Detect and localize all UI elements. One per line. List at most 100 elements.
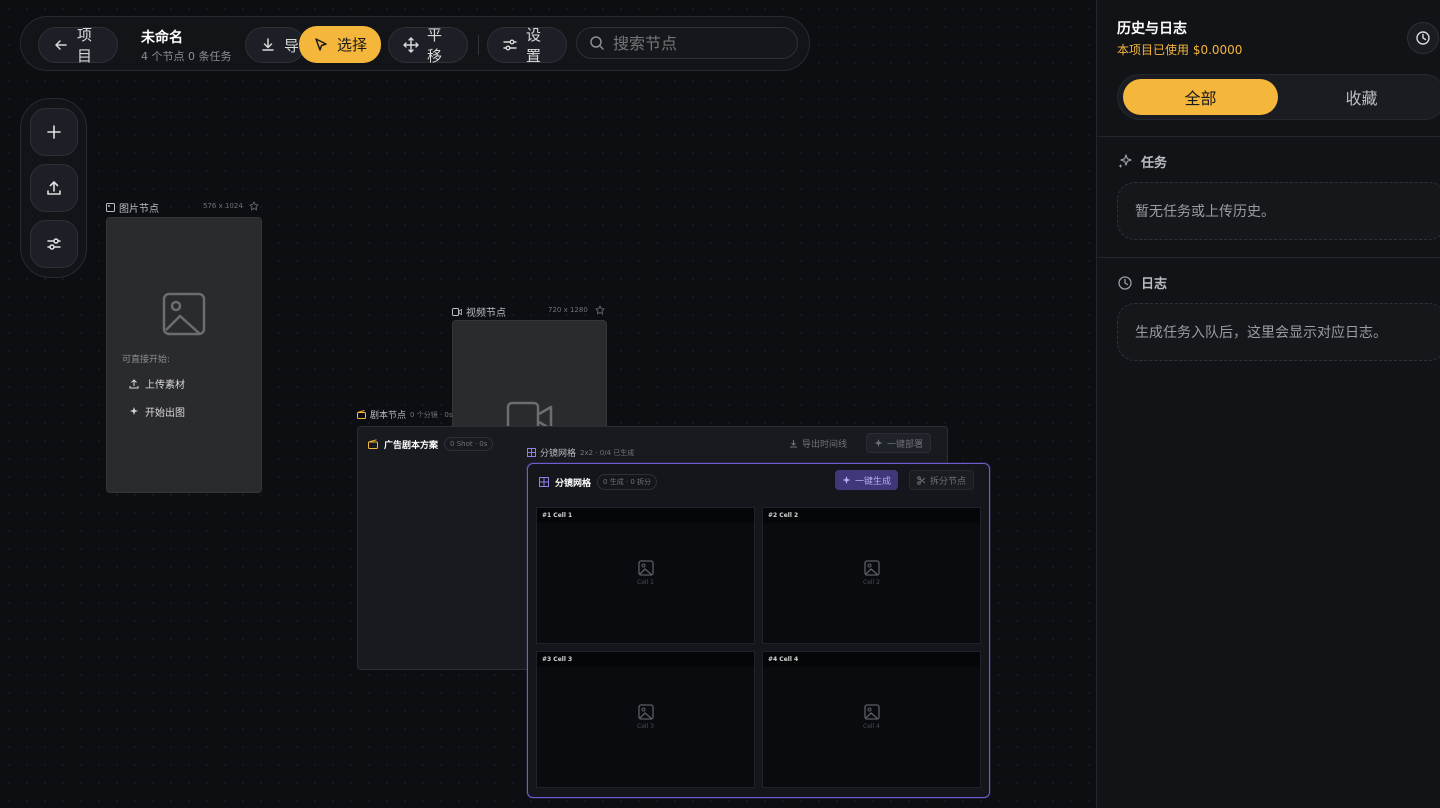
project-title[interactable]: 未命名: [141, 27, 183, 47]
grid-node-header: 分镜网格 2x2 · 0/4 已生成: [527, 446, 634, 459]
cell-caption: Cell 3: [637, 723, 654, 730]
upload-material-button[interactable]: 上传素材: [129, 376, 185, 391]
upload-button[interactable]: [30, 164, 78, 212]
video-node[interactable]: [452, 320, 607, 430]
tab-all[interactable]: 全部: [1123, 79, 1278, 115]
upload-material-label: 上传素材: [145, 380, 185, 391]
grid-icon: [527, 448, 536, 457]
arrow-left-icon: [53, 37, 69, 53]
script-title-row: 广告剧本方案 0 Shot · 0s: [368, 437, 494, 451]
clapperboard-icon: [368, 439, 378, 449]
grid-chip: 0 生成 · 0 拆分: [597, 474, 658, 490]
one-click-generate-label: 一键生成: [855, 476, 892, 487]
tasks-section-title: 任务: [1117, 152, 1167, 171]
cursor-icon: [313, 37, 329, 53]
cell-caption: Cell 2: [863, 579, 880, 586]
history-log-panel: 历史与日志 本项目已使用 $0.0000 全部 收藏 任务 暂无任务或上传历史。…: [1096, 0, 1440, 808]
grid-node-meta: 2x2 · 0/4 已生成: [580, 448, 635, 457]
grid-title-row: 分镜网格 0 生成 · 0 拆分: [539, 474, 658, 490]
divider: [1097, 257, 1440, 258]
grid-cell-3[interactable]: #3 Cell 3 Cell 3: [536, 651, 755, 788]
image-placeholder-icon: [162, 292, 206, 336]
script-node-meta: 0 个分镜 · 0s: [410, 410, 453, 419]
image-node-label: 图片节点: [119, 204, 159, 215]
one-click-deploy-label: 一键部署: [887, 439, 924, 450]
adjust-button[interactable]: [30, 220, 78, 268]
download-icon: [789, 439, 798, 448]
select-tool-button[interactable]: 选择: [299, 26, 381, 63]
log-title: 日志: [1141, 277, 1168, 292]
cell-placeholder: Cell 1: [537, 560, 754, 586]
star-icon[interactable]: [595, 305, 605, 315]
grid-cell-1[interactable]: #1 Cell 1 Cell 1: [536, 507, 755, 644]
sparkle-icon: [1117, 153, 1133, 170]
video-node-header: 视频节点: [452, 304, 506, 319]
back-to-projects-button[interactable]: 项目: [38, 26, 118, 65]
grid-cell-2[interactable]: #2 Cell 2 Cell 2: [762, 507, 981, 644]
script-node-header: 剧本节点 0 个分镜 · 0s: [357, 408, 452, 421]
upload-icon: [129, 378, 139, 389]
export-timeline-button[interactable]: 导出时间线: [782, 433, 854, 453]
pan-tool-button[interactable]: 平移: [388, 26, 468, 65]
cell-placeholder: Cell 3: [537, 704, 754, 730]
search-box: [576, 27, 798, 59]
cell-placeholder: Cell 2: [763, 560, 980, 586]
export-button[interactable]: 导: [245, 27, 305, 63]
cell-tag: #1 Cell 1: [537, 508, 754, 523]
tasks-title: 任务: [1141, 156, 1168, 171]
project-cost: 本项目已使用 $0.0000: [1117, 43, 1243, 57]
image-icon: [863, 560, 880, 576]
script-title: 广告剧本方案: [384, 440, 439, 451]
project-meta: 4 个节点 0 条任务: [141, 50, 232, 63]
plus-icon: [45, 123, 63, 141]
select-label: 选择: [337, 36, 368, 54]
search-input[interactable]: [613, 33, 783, 53]
image-icon: [637, 560, 654, 576]
log-section-title: 日志: [1117, 273, 1167, 292]
sparkle-icon: [874, 438, 883, 448]
cell-tag: #4 Cell 4: [763, 652, 980, 667]
grid-icon: [539, 477, 549, 487]
panel-title: 历史与日志: [1117, 21, 1187, 37]
start-generate-button[interactable]: 开始出图: [129, 404, 185, 419]
grid-node-label: 分镜网格: [540, 449, 577, 459]
top-toolbar: 项目 未命名 4 个节点 0 条任务 导 选择 平移 设置: [20, 16, 810, 71]
cell-tag: #3 Cell 3: [537, 652, 754, 667]
back-label: 项目: [77, 26, 93, 65]
one-click-deploy-button[interactable]: 一键部署: [866, 433, 932, 453]
image-icon: [637, 704, 654, 720]
split-node-label: 拆分节点: [930, 476, 967, 487]
sparkle-icon: [129, 406, 139, 417]
history-button[interactable]: [1407, 22, 1439, 54]
clock-icon: [1117, 275, 1133, 291]
image-node[interactable]: 可直接开始: 上传素材 开始出图: [106, 217, 262, 493]
log-empty-state: 生成任务入队后，这里会显示对应日志。: [1117, 303, 1440, 361]
one-click-generate-button[interactable]: 一键生成: [835, 470, 899, 490]
cell-caption: Cell 4: [863, 723, 880, 730]
add-node-button[interactable]: [30, 108, 78, 156]
left-toolbar: [20, 98, 87, 278]
cell-caption: Cell 1: [637, 579, 654, 586]
export-label: 导: [284, 36, 300, 55]
move-icon: [403, 37, 419, 53]
grid-cell-4[interactable]: #4 Cell 4 Cell 4: [762, 651, 981, 788]
settings-button[interactable]: 设置: [487, 26, 567, 65]
image-node-dims: 576 x 1024: [203, 202, 243, 210]
tab-favorites[interactable]: 收藏: [1284, 79, 1439, 115]
download-icon: [260, 37, 276, 53]
script-chip: 0 Shot · 0s: [444, 437, 494, 451]
star-icon[interactable]: [249, 201, 259, 211]
image-icon: [106, 203, 115, 212]
search-icon: [589, 35, 605, 51]
storyboard-grid-node[interactable]: 分镜网格 0 生成 · 0 拆分 一键生成 拆分节点 #1 Cell 1 Cel…: [527, 463, 990, 798]
sparkle-icon: [842, 475, 851, 485]
settings-label: 设置: [526, 26, 542, 65]
split-node-button[interactable]: 拆分节点: [909, 470, 975, 490]
export-timeline-label: 导出时间线: [802, 439, 848, 450]
scissors-icon: [917, 475, 926, 485]
toolbar-divider: [478, 35, 479, 55]
pan-label: 平移: [427, 26, 443, 65]
divider: [1097, 136, 1440, 137]
upload-icon: [45, 179, 63, 197]
cell-tag: #2 Cell 2: [763, 508, 980, 523]
